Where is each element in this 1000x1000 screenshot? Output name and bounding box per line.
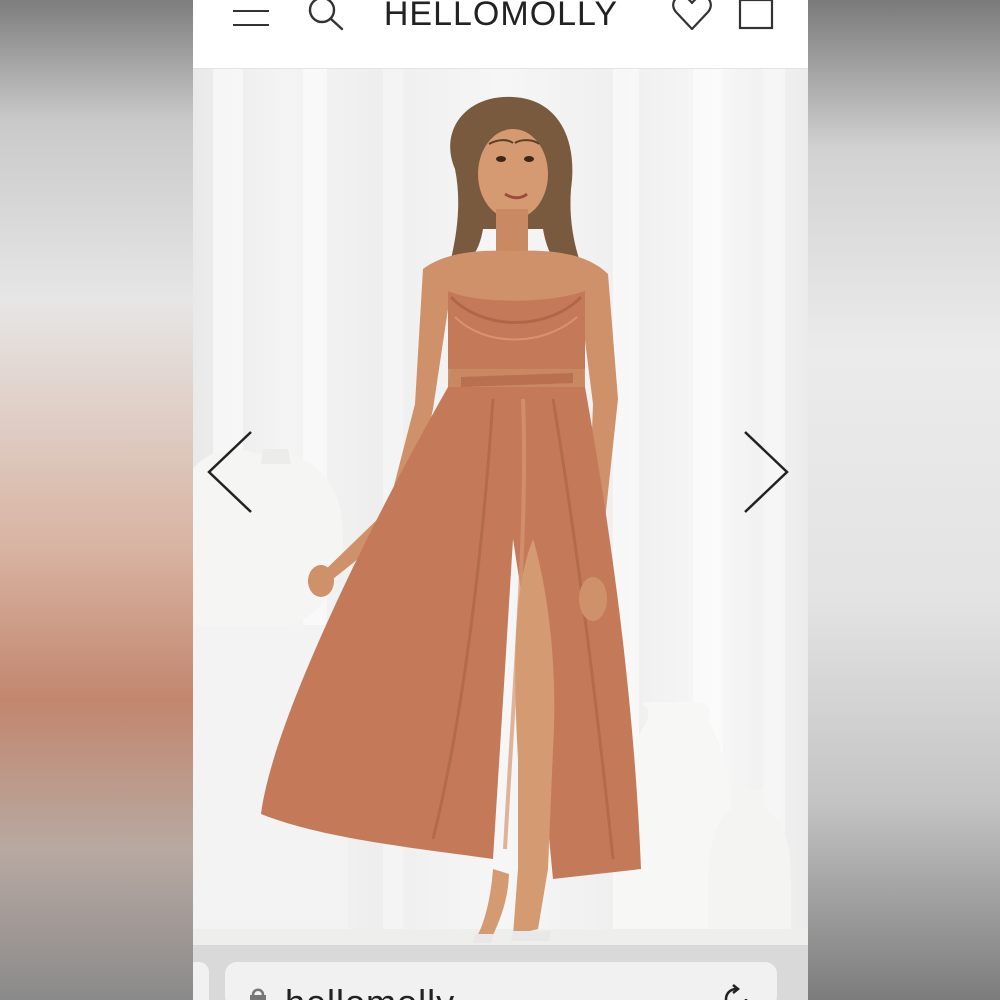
heart-icon[interactable]	[671, 0, 713, 34]
product-image[interactable]	[193, 69, 808, 945]
site-header: HELLOMOLLY	[193, 0, 808, 69]
chevron-right-icon[interactable]	[739, 427, 799, 517]
address-bar[interactable]: hellomolly	[225, 962, 777, 1000]
browser-bottom-bar: hellomolly	[193, 945, 808, 1000]
search-icon[interactable]	[306, 0, 346, 32]
lock-icon	[247, 986, 269, 1000]
url-text: hellomolly	[285, 982, 455, 1000]
hamburger-menu-icon[interactable]	[233, 4, 269, 28]
mobile-page: HELLOMOLLY	[193, 0, 808, 1000]
brand-logo[interactable]: HELLOMOLLY	[381, 0, 621, 40]
reload-icon[interactable]	[721, 984, 751, 1000]
product-photo	[193, 69, 808, 945]
blurred-background-right	[808, 0, 1000, 1000]
browser-tab-stub[interactable]	[193, 962, 209, 1000]
chevron-left-icon[interactable]	[201, 427, 261, 517]
screen: HELLOMOLLY	[0, 0, 1000, 1000]
blurred-background-left	[0, 0, 193, 1000]
shopping-bag-icon[interactable]	[737, 0, 775, 32]
